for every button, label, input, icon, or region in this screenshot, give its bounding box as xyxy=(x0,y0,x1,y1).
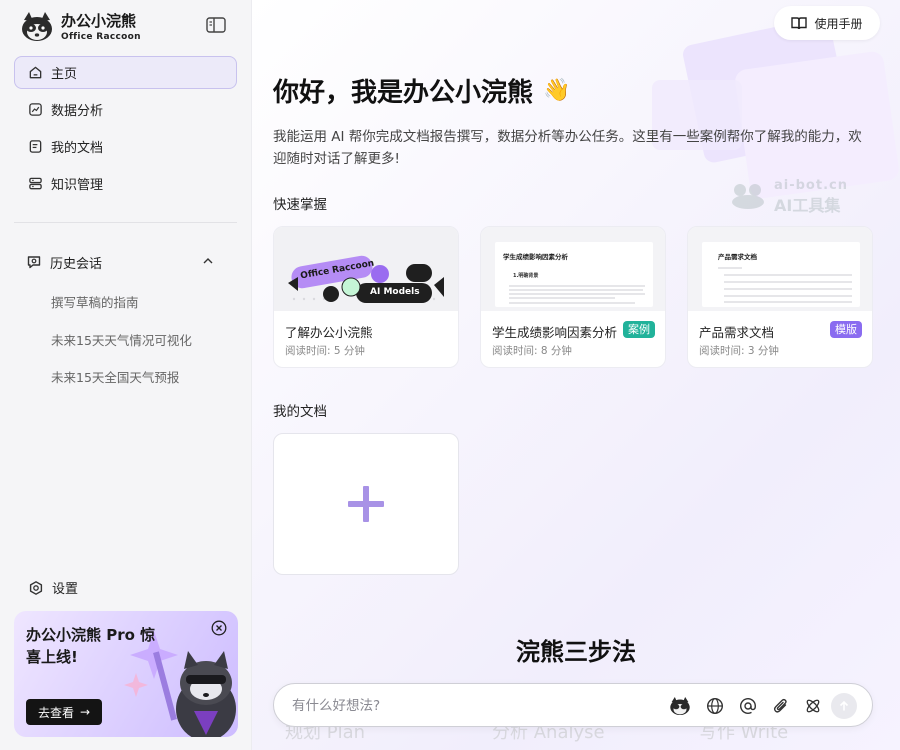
promo-view-button[interactable]: 去查看 → xyxy=(26,699,102,725)
sidebar: 办公小浣熊 Office Raccoon 主页 数据分析 我的文档 知识管理 历… xyxy=(0,0,252,750)
waving-hand-icon: 👋 xyxy=(543,78,571,103)
history-section-header[interactable]: 历史会话 xyxy=(26,252,216,272)
thumb-tag-ai-models: AI Models xyxy=(370,287,420,297)
intro-text: 我能运用 AI 帮你完成文档报告撰写，数据分析等办公任务。这里有一些案例帮你了解… xyxy=(273,129,862,167)
new-document-card[interactable] xyxy=(273,433,459,575)
arrow-up-icon xyxy=(839,700,849,711)
promo-title: 办公小浣熊 Pro 惊喜上线! xyxy=(26,626,156,666)
main-nav: 主页 数据分析 我的文档 知识管理 xyxy=(14,56,237,204)
paperclip-icon[interactable] xyxy=(770,695,792,717)
brand-subtitle: Office Raccoon xyxy=(61,32,141,42)
history-list: 撰写草稿的指南 未来15天天气情况可视化 未来15天全国天气预报 xyxy=(51,292,192,405)
document-icon xyxy=(27,139,43,155)
history-title: 历史会话 xyxy=(50,256,103,272)
card-read-time: 阅读时间: 3 分钟 xyxy=(699,345,779,357)
brand[interactable]: 办公小浣熊 Office Raccoon xyxy=(20,10,141,44)
my-docs-title: 我的文档 xyxy=(273,404,327,420)
card-thumbnail: 学生成绩影响因素分析 1.明确背景 xyxy=(481,227,665,311)
user-manual-button[interactable]: 使用手册 xyxy=(774,6,880,40)
chart-icon xyxy=(27,102,43,118)
home-icon xyxy=(27,65,43,81)
nav-label: 数据分析 xyxy=(51,104,104,119)
nav-label: 我的文档 xyxy=(51,141,104,156)
quick-card-intro[interactable]: Office Raccoon AI Models 了解办公小浣熊 阅读时间: 5… xyxy=(273,226,459,368)
brand-name: 办公小浣熊 xyxy=(61,12,137,30)
sidebar-divider xyxy=(14,222,237,223)
globe-icon[interactable] xyxy=(704,695,726,717)
card-title: 学生成绩影响因素分析 xyxy=(492,325,618,340)
greeting-text: 你好，我是办公小浣熊 xyxy=(273,78,534,108)
settings-button[interactable]: 设置 xyxy=(28,578,78,597)
arrow-right-icon: → xyxy=(79,705,91,719)
history-item[interactable]: 未来15天天气情况可视化 xyxy=(51,330,192,348)
settings-label: 设置 xyxy=(52,582,79,597)
manual-label: 使用手册 xyxy=(814,16,863,31)
preview-text-lines xyxy=(718,267,852,303)
database-icon xyxy=(27,176,43,192)
main-content: 使用手册 你好，我是办公小浣熊 👋 我能运用 AI 帮你完成文档报告撰写，数据分… xyxy=(252,0,900,750)
sidebar-toggle-icon[interactable] xyxy=(206,17,226,33)
raccoon-agent-icon[interactable] xyxy=(669,695,691,717)
history-item[interactable]: 撰写草稿的指南 xyxy=(51,292,192,310)
watermark-line1: ai-bot.cn xyxy=(774,178,848,193)
quick-card-student-analysis[interactable]: 学生成绩影响因素分析 1.明确背景 学生成绩影响因素分析 案例 阅读时间: 8 … xyxy=(480,226,666,368)
history-item[interactable]: 未来15天全国天气预报 xyxy=(51,367,192,385)
preview-text-lines xyxy=(509,285,645,304)
watermark: ai-bot.cn AI工具集 xyxy=(728,178,858,215)
card-title: 了解办公小浣熊 xyxy=(285,325,373,340)
card-title: 产品需求文档 xyxy=(699,325,775,340)
document-preview: 学生成绩影响因素分析 1.明确背景 xyxy=(495,242,653,307)
send-button[interactable] xyxy=(831,693,857,719)
nav-item-knowledge[interactable]: 知识管理 xyxy=(14,167,237,200)
card-thumbnail: Office Raccoon AI Models xyxy=(274,227,458,311)
card-read-time: 阅读时间: 5 分钟 xyxy=(285,345,365,357)
nav-item-my-docs[interactable]: 我的文档 xyxy=(14,130,237,163)
greeting-heading: 你好，我是办公小浣熊 👋 xyxy=(273,72,570,109)
quick-card-prd[interactable]: 产品需求文档 产品需求文档 模版 阅读时间: 3 分钟 xyxy=(687,226,873,368)
book-icon xyxy=(791,17,808,30)
close-icon[interactable] xyxy=(211,620,227,636)
chat-history-icon xyxy=(27,256,41,269)
nav-item-data-analysis[interactable]: 数据分析 xyxy=(14,93,237,126)
nav-label: 知识管理 xyxy=(51,178,104,193)
watermark-logo-icon xyxy=(732,184,764,209)
chat-input[interactable] xyxy=(292,696,652,716)
raccoon-logo-icon xyxy=(22,12,52,41)
watermark-line2: AI工具集 xyxy=(774,196,841,215)
template-badge: 模版 xyxy=(830,321,862,338)
card-read-time: 阅读时间: 8 分钟 xyxy=(492,345,572,357)
model-selector-icon[interactable] xyxy=(802,695,824,717)
quick-start-cards: Office Raccoon AI Models 了解办公小浣熊 阅读时间: 5… xyxy=(273,226,873,368)
gear-icon xyxy=(29,580,43,595)
plus-icon xyxy=(348,486,384,522)
three-steps-title: 浣熊三步法 xyxy=(516,638,636,666)
case-badge: 案例 xyxy=(623,321,655,338)
at-mention-icon[interactable] xyxy=(737,695,759,717)
pro-promo-banner[interactable]: 办公小浣熊 Pro 惊喜上线! 去查看 → xyxy=(14,611,238,737)
promo-button-label: 去查看 xyxy=(37,705,74,720)
nav-item-home[interactable]: 主页 xyxy=(14,56,237,89)
quick-start-title: 快速掌握 xyxy=(273,197,327,213)
chevron-up-icon[interactable] xyxy=(202,255,214,267)
card-thumbnail: 产品需求文档 xyxy=(688,227,872,311)
document-preview: 产品需求文档 xyxy=(702,242,860,307)
nav-label: 主页 xyxy=(51,67,78,82)
chat-input-bar xyxy=(273,683,873,727)
